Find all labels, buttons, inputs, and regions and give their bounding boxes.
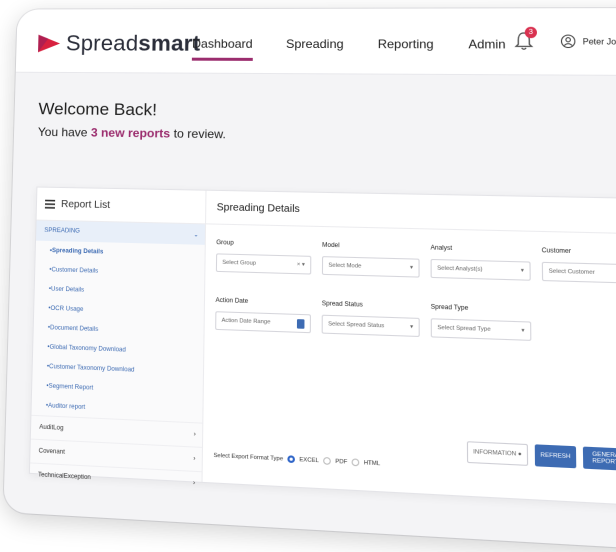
user-menu[interactable]: Peter Johnson (560, 34, 616, 49)
chevron-down-icon: ⌄ (193, 231, 199, 239)
html-label: HTML (363, 459, 381, 467)
model-select[interactable]: Select Mode ▾ (321, 256, 420, 278)
radio-pdf[interactable] (323, 457, 331, 465)
sidebar-report-label: Segment Report (48, 383, 94, 392)
section-label: SPREADING (44, 227, 81, 235)
chevron-right-icon: › (193, 431, 196, 439)
spread-type-label: Spread Type (430, 304, 469, 312)
model-label: Model (322, 242, 340, 250)
refresh-button[interactable]: REFRESH (534, 444, 577, 469)
welcome-section: Welcome Back! You have 3 new reports to … (38, 99, 227, 141)
sidebar-report-label: Document Details (49, 324, 99, 333)
info-icon: ● (517, 451, 522, 458)
user-name: Peter Johnson (582, 36, 616, 47)
analyst-field: Analyst Select Analyst(s) ▾ (431, 245, 531, 281)
chevron-right-icon: › (192, 480, 196, 487)
sidebar-report-label: Spreading Details (51, 247, 104, 255)
sidebar-report-label: Global Taxonomy Download (49, 344, 126, 354)
app-window: Spreadsmart Dashboard Spreading Reportin… (3, 7, 616, 552)
spreadsmart-logo[interactable]: Spreadsmart (38, 31, 201, 57)
spread-status-field: Spread Status Select Spread Status ▾ (321, 301, 420, 338)
spread-type-field: Spread Type Select Spread Type ▾ (430, 304, 532, 341)
sidebar-report-label: Auditor report (47, 402, 86, 411)
calendar-icon[interactable] (296, 318, 305, 329)
excel-label: EXCEL (299, 456, 319, 464)
notification-badge: 3 (524, 26, 538, 39)
radio-html[interactable] (351, 458, 360, 467)
action-buttons: INFORMATION ● REFRESH GENERATE REPORT (466, 441, 616, 472)
radio-excel[interactable] (287, 455, 296, 464)
clear-dropdown-icon: × ▾ (296, 261, 305, 269)
collapsed-section-label: AuditLog (39, 424, 64, 432)
top-navigation-bar: Spreadsmart Dashboard Spreading Reportin… (15, 7, 616, 77)
analyst-label: Analyst (430, 245, 453, 253)
report-panel: Report List SPREADING ⌄ • Spreading Deta… (28, 186, 616, 508)
collapsed-section-label: TechnicalException (37, 472, 91, 482)
logo-arrow-icon (38, 35, 61, 53)
action-date-label: Action Date (215, 297, 249, 305)
sidebar-report-label: Customer Taxonomy Download (48, 363, 135, 374)
customer-label: Customer (541, 247, 572, 256)
chevron-down-icon: ▾ (520, 267, 524, 275)
brand-name: Spreadsmart (65, 30, 201, 56)
report-list-title: Report List (60, 198, 111, 211)
chevron-down-icon: ▾ (521, 327, 525, 335)
report-list-sidebar: Report List SPREADING ⌄ • Spreading Deta… (29, 187, 207, 496)
nav-reporting[interactable]: Reporting (378, 37, 434, 51)
sidebar-report-label: OCR Usage (50, 305, 84, 313)
details-title: Spreading Details (206, 190, 616, 235)
spread-status-label: Spread Status (321, 301, 363, 309)
group-select[interactable]: Select Group × ▾ (215, 253, 312, 275)
spread-status-select[interactable]: Select Spread Status ▾ (321, 314, 420, 338)
action-date-field: Action Date Action Date Range (215, 298, 311, 334)
new-reports-link[interactable]: 3 new reports (91, 126, 171, 141)
chevron-down-icon: ▾ (410, 323, 414, 331)
nav-dashboard[interactable]: Dashboard (192, 37, 253, 51)
export-format-label: Select Export Format Type (213, 452, 284, 462)
pdf-label: PDF (335, 458, 348, 466)
user-avatar-icon (560, 34, 576, 49)
list-icon (44, 199, 55, 209)
export-format-row: Select Export Format Type EXCEL PDF HTML (213, 452, 380, 468)
sidebar-report-label: User Details (50, 286, 85, 294)
chevron-right-icon: › (193, 455, 196, 463)
collapsed-section-label: Covenant (38, 448, 65, 456)
report-list-header: Report List (36, 187, 206, 225)
analyst-select[interactable]: Select Analyst(s) ▾ (430, 258, 531, 281)
customer-select[interactable]: Select Customer▾ (541, 261, 616, 284)
nav-admin[interactable]: Admin (468, 37, 505, 51)
main-nav: Dashboard Spreading Reporting Admin (192, 37, 541, 52)
welcome-title: Welcome Back! (38, 99, 158, 120)
spread-type-select[interactable]: Select Spread Type ▾ (430, 318, 532, 341)
model-field: Model Select Mode ▾ (321, 242, 420, 278)
chevron-down-icon: ▾ (409, 264, 414, 272)
welcome-message: You have 3 new reports to review. (37, 124, 227, 142)
group-field: Group Select Group × ▾ (215, 240, 312, 275)
information-button[interactable]: INFORMATION ● (466, 441, 529, 466)
group-label: Group (216, 240, 234, 247)
spreading-details-panel: Spreading Details Group Select Group × ▾ … (203, 190, 616, 507)
action-date-input[interactable]: Action Date Range (215, 311, 311, 334)
nav-spreading[interactable]: Spreading (286, 37, 344, 51)
sidebar-report-label: Customer Details (51, 266, 99, 275)
generate-report-button[interactable]: GENERATE REPORT (582, 446, 616, 472)
customer-field: Customer Select Customer▾ (542, 248, 616, 284)
